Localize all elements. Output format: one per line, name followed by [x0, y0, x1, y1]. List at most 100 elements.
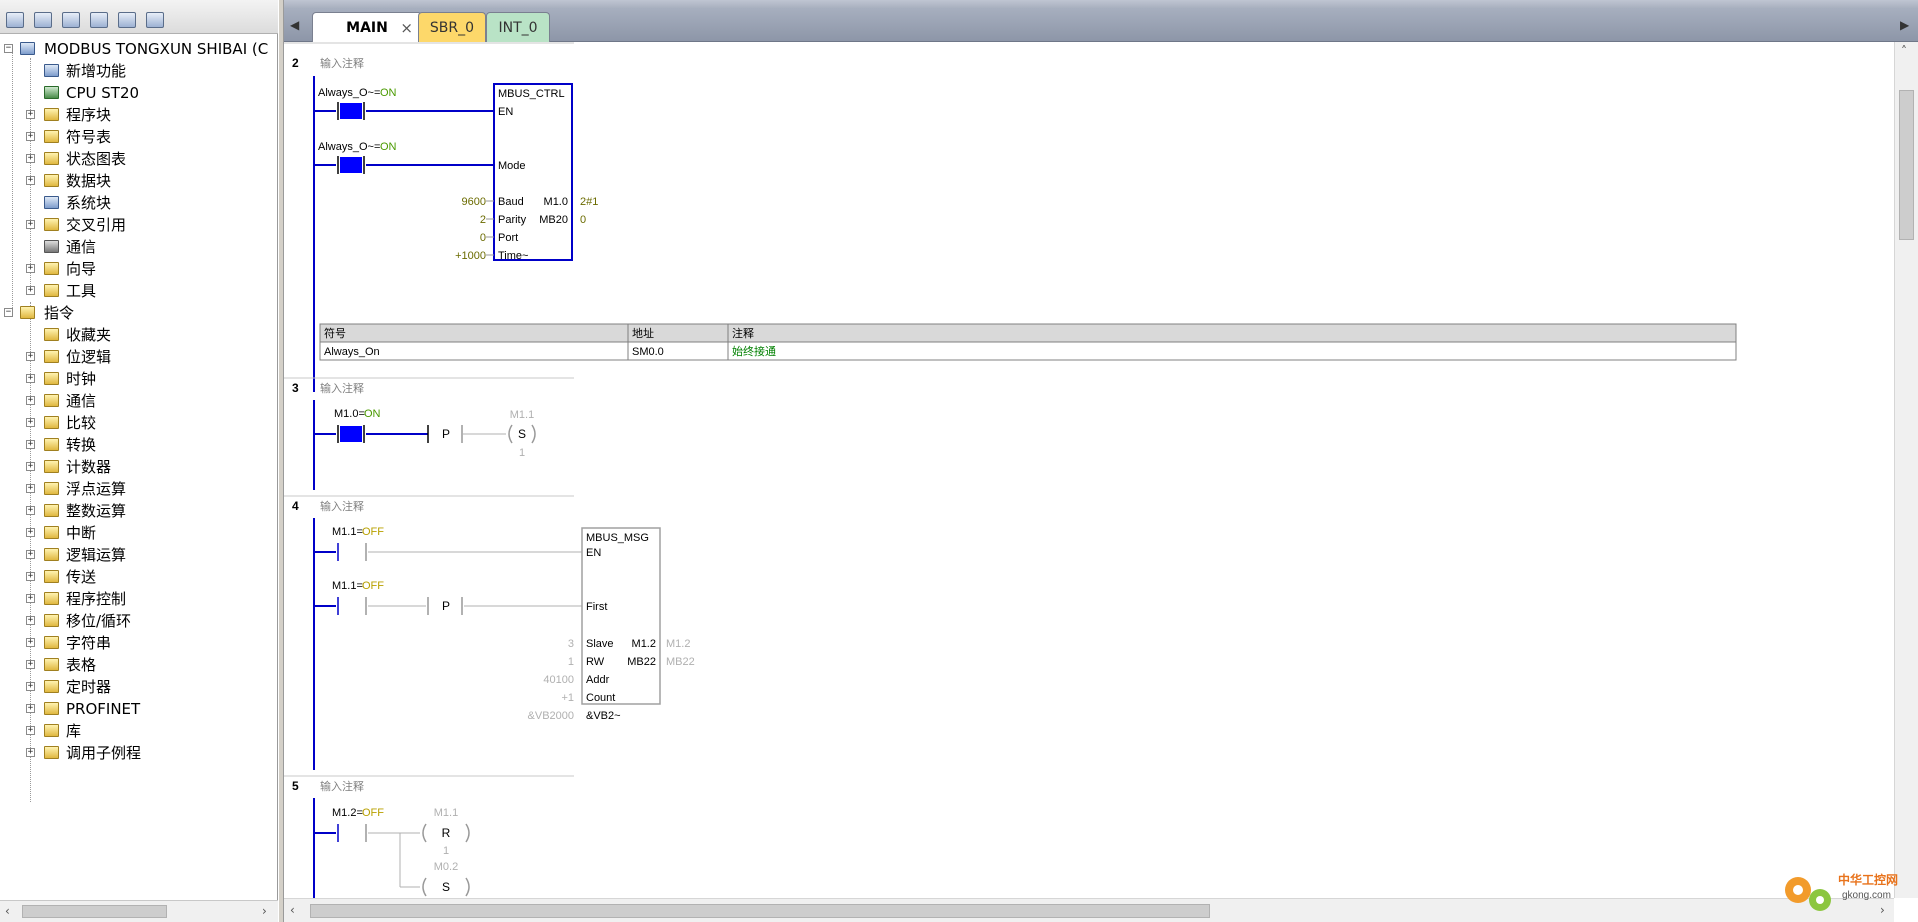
tree-item-data-block[interactable]: + 数据块: [0, 170, 278, 192]
scroll-right-icon[interactable]: ›: [262, 904, 267, 918]
scroll-left-icon[interactable]: ‹: [5, 904, 10, 918]
tree-item-instruction[interactable]: + 定时器: [0, 676, 278, 698]
tree-item-wizard[interactable]: + 向导: [0, 258, 278, 280]
table-icon[interactable]: [34, 12, 52, 28]
scrollbar-thumb[interactable]: [1899, 90, 1914, 240]
editor-vertical-scrollbar[interactable]: ˄: [1894, 42, 1918, 898]
set-coil[interactable]: S: [518, 427, 526, 441]
input-timeout[interactable]: +1000: [455, 250, 486, 262]
tree-item-project[interactable]: − MODBUS TONGXUN SHIBAI (C: [0, 38, 278, 60]
output-error-value[interactable]: 0: [580, 214, 586, 226]
tree-item-status-chart[interactable]: + 状态图表: [0, 148, 278, 170]
view-icon[interactable]: [6, 12, 24, 28]
tree-item-instructions[interactable]: − 指令: [0, 302, 278, 324]
tree-item-new-features[interactable]: 新增功能: [0, 60, 278, 82]
tree-item-instruction[interactable]: + 时钟: [0, 368, 278, 390]
tab-main[interactable]: MAIN ×: [312, 12, 422, 42]
expand-icon[interactable]: +: [26, 484, 35, 493]
positive-transition[interactable]: P: [442, 599, 450, 613]
expand-icon[interactable]: +: [26, 506, 35, 515]
network-5[interactable]: 5 输入注释 M1.2= OFF M1.1 R 1 M0.2 S: [284, 775, 574, 898]
expand-icon[interactable]: +: [26, 396, 35, 405]
expand-icon[interactable]: +: [26, 176, 35, 185]
network-2[interactable]: 2 输入注释 Always_O~= ON Always_O~= ON MBUS_…: [284, 42, 1737, 392]
contact-always-on-2[interactable]: [340, 157, 362, 173]
scrollbar-thumb[interactable]: [310, 904, 1210, 918]
tree-item-instruction[interactable]: + 传送: [0, 566, 278, 588]
tree-item-instruction[interactable]: + 中断: [0, 522, 278, 544]
document-icon[interactable]: [90, 12, 108, 28]
expand-icon[interactable]: +: [26, 660, 35, 669]
input-parity[interactable]: 2: [480, 214, 486, 226]
tree-item-system-block[interactable]: 系统块: [0, 192, 278, 214]
tab-scroll-left-icon[interactable]: ◀: [290, 18, 299, 32]
tree-item-tools[interactable]: + 工具: [0, 280, 278, 302]
expand-icon[interactable]: +: [26, 286, 35, 295]
tree-item-instruction[interactable]: + 库: [0, 720, 278, 742]
expand-icon[interactable]: +: [26, 528, 35, 537]
tab-scroll-right-icon[interactable]: ▶: [1900, 18, 1909, 32]
tree-item-cpu[interactable]: CPU ST20: [0, 82, 278, 104]
scrollbar-thumb[interactable]: [22, 905, 167, 918]
network-3[interactable]: 3 输入注释 M1.0= ON P M1.1 S 1: [284, 377, 574, 490]
output-done-value[interactable]: 2#1: [580, 196, 598, 208]
expand-icon[interactable]: +: [26, 418, 35, 427]
expand-icon[interactable]: +: [26, 374, 35, 383]
tree-item-instruction[interactable]: + 移位/循环: [0, 610, 278, 632]
network-comment[interactable]: 输入注释: [320, 779, 364, 793]
expand-icon[interactable]: +: [26, 616, 35, 625]
reset-coil[interactable]: R: [442, 826, 451, 840]
tree-item-instruction[interactable]: + 逻辑运算: [0, 544, 278, 566]
tree-item-instruction[interactable]: + 比较: [0, 412, 278, 434]
tree-item-program-block[interactable]: + 程序块: [0, 104, 278, 126]
tree-item-instruction[interactable]: + PROFINET: [0, 698, 278, 720]
scroll-up-icon[interactable]: ˄: [1901, 44, 1907, 58]
expand-icon[interactable]: +: [26, 264, 35, 273]
expand-icon[interactable]: +: [26, 220, 35, 229]
table-cell[interactable]: SM0.0: [632, 346, 664, 358]
collapse-icon[interactable]: −: [4, 308, 13, 317]
tree-item-instruction[interactable]: 收藏夹: [0, 324, 278, 346]
table-cell[interactable]: Always_On: [324, 346, 380, 358]
collapse-icon[interactable]: −: [4, 44, 13, 53]
expand-icon[interactable]: +: [26, 704, 35, 713]
set-coil[interactable]: S: [442, 880, 450, 894]
input-slave[interactable]: 3: [568, 638, 574, 650]
tree-item-symbol-table[interactable]: + 符号表: [0, 126, 278, 148]
output-done-value[interactable]: M1.2: [666, 638, 690, 650]
expand-icon[interactable]: +: [26, 726, 35, 735]
expand-icon[interactable]: +: [26, 440, 35, 449]
network-comment[interactable]: 输入注释: [320, 499, 364, 513]
tree-item-instruction[interactable]: + 调用子例程: [0, 742, 278, 764]
input-pointer[interactable]: &VB2000: [528, 710, 574, 722]
tab-int0[interactable]: INT_0: [486, 12, 550, 42]
contact-always-on-1[interactable]: [340, 103, 362, 119]
tree-item-instruction[interactable]: + 通信: [0, 390, 278, 412]
tree-item-instruction[interactable]: + 位逻辑: [0, 346, 278, 368]
input-count[interactable]: +1: [561, 692, 574, 704]
expand-icon[interactable]: +: [26, 638, 35, 647]
expand-icon[interactable]: +: [26, 110, 35, 119]
output-error-value[interactable]: MB22: [666, 656, 695, 668]
ladder-canvas[interactable]: 2 输入注释 Always_O~= ON Always_O~= ON MBUS_…: [284, 42, 1894, 898]
tree-item-instruction[interactable]: + 程序控制: [0, 588, 278, 610]
tree-item-instruction[interactable]: + 字符串: [0, 632, 278, 654]
editor-horizontal-scrollbar[interactable]: ‹ ›: [284, 898, 1894, 922]
expand-icon[interactable]: +: [26, 550, 35, 559]
scroll-left-icon[interactable]: ‹: [290, 903, 295, 917]
expand-icon[interactable]: +: [26, 594, 35, 603]
tree-item-instruction[interactable]: + 表格: [0, 654, 278, 676]
close-icon[interactable]: ×: [400, 13, 413, 43]
expand-icon[interactable]: +: [26, 682, 35, 691]
expand-icon[interactable]: +: [26, 352, 35, 361]
network-comment[interactable]: 输入注释: [320, 56, 364, 70]
input-addr[interactable]: 40100: [543, 674, 574, 686]
expand-icon[interactable]: +: [26, 462, 35, 471]
expand-icon[interactable]: +: [26, 154, 35, 163]
positive-transition[interactable]: P: [442, 427, 450, 441]
tree-horizontal-scrollbar[interactable]: ‹ ›: [0, 900, 278, 922]
input-baud[interactable]: 9600: [462, 196, 486, 208]
input-port[interactable]: 0: [480, 232, 486, 244]
network-icon[interactable]: [146, 12, 164, 28]
expand-icon[interactable]: +: [26, 132, 35, 141]
